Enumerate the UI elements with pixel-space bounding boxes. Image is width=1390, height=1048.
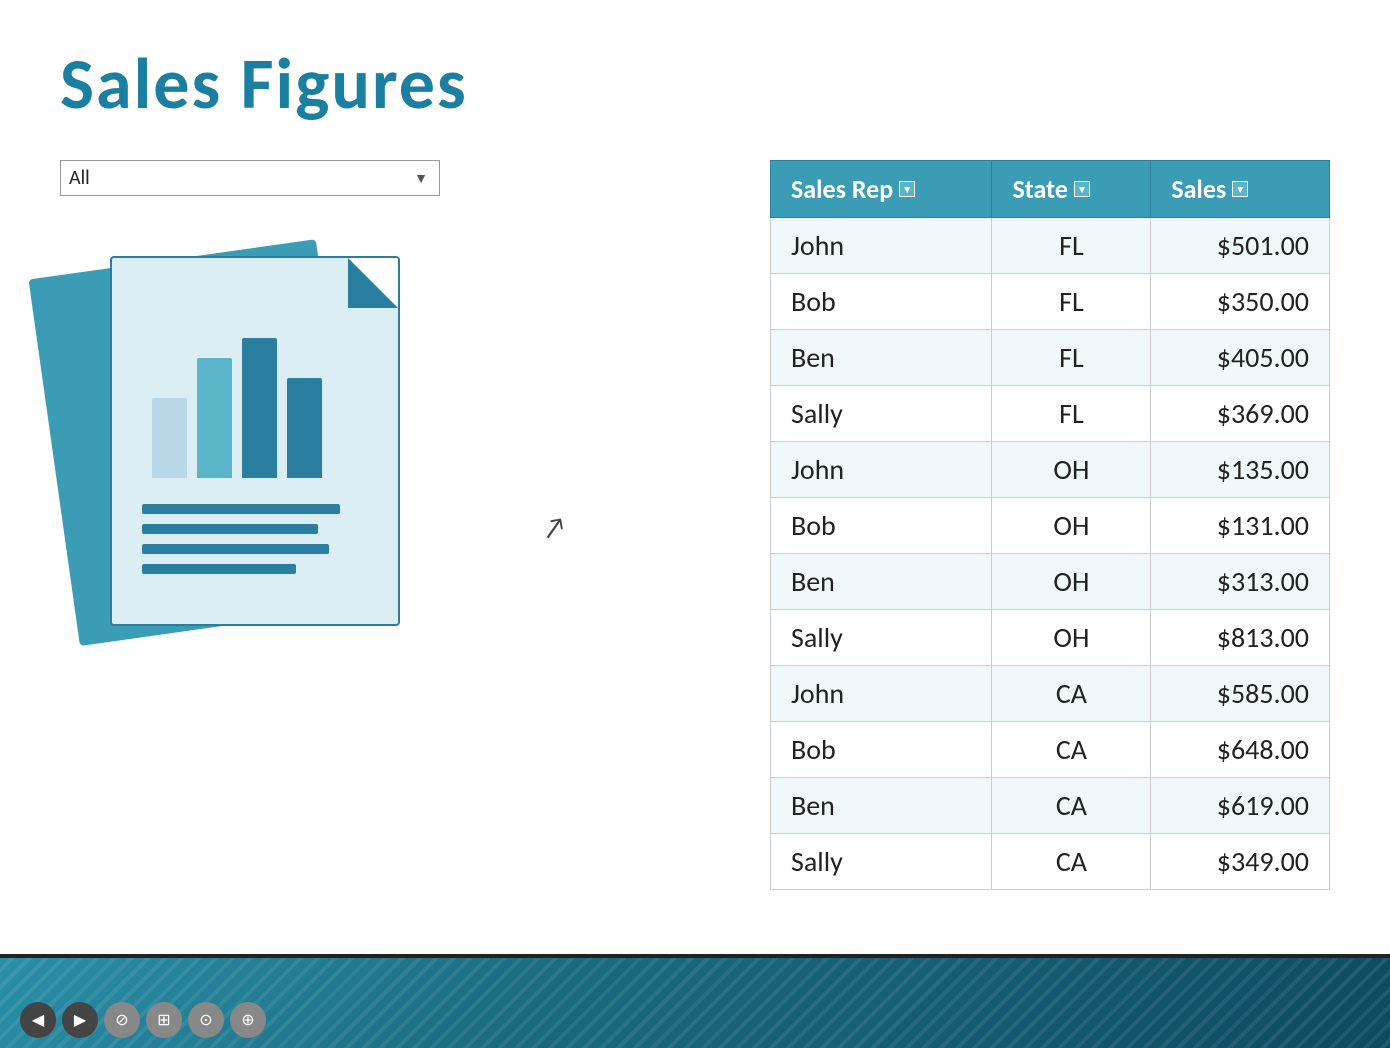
cell-sales: $405.00 <box>1151 330 1330 386</box>
cell-state: FL <box>992 274 1151 330</box>
col-header-state[interactable]: State ▼ <box>992 161 1151 218</box>
chart-bar-4 <box>287 378 322 478</box>
doc-line-1 <box>142 504 340 514</box>
bottom-bar: ◀ ▶ ⊘ ⊞ ⊙ ⊕ <box>0 958 1390 1048</box>
cell-sales: $585.00 <box>1151 666 1330 722</box>
table-row: JohnOH$135.00 <box>771 442 1330 498</box>
cell-name: John <box>771 666 992 722</box>
cell-state: CA <box>992 834 1151 890</box>
col-header-sales-rep[interactable]: Sales Rep ▼ <box>771 161 992 218</box>
table-row: BenOH$313.00 <box>771 554 1330 610</box>
cell-state: FL <box>992 218 1151 274</box>
table-row: BobCA$648.00 <box>771 722 1330 778</box>
table-row: BobFL$350.00 <box>771 274 1330 330</box>
bottom-area: ◀ ▶ ⊘ ⊞ ⊙ ⊕ <box>0 938 1390 1048</box>
doc-chart <box>152 318 352 478</box>
cell-name: Ben <box>771 330 992 386</box>
toolbar: ◀ ▶ ⊘ ⊞ ⊙ ⊕ <box>20 1000 266 1040</box>
report-illustration <box>60 226 440 646</box>
cell-sales: $135.00 <box>1151 442 1330 498</box>
cell-sales: $648.00 <box>1151 722 1330 778</box>
table-row: SallyCA$349.00 <box>771 834 1330 890</box>
toolbar-btn-cancel[interactable]: ⊘ <box>104 1002 140 1038</box>
cell-name: John <box>771 218 992 274</box>
cell-name: Ben <box>771 778 992 834</box>
chart-bar-3 <box>242 338 277 478</box>
table-row: BenFL$405.00 <box>771 330 1330 386</box>
cell-state: OH <box>992 442 1151 498</box>
table-row: SallyFL$369.00 <box>771 386 1330 442</box>
doc-main-layer <box>110 256 400 626</box>
cell-state: CA <box>992 666 1151 722</box>
cell-sales: $313.00 <box>1151 554 1330 610</box>
table-header-row: Sales Rep ▼ State ▼ Sales ▼ <box>771 161 1330 218</box>
toolbar-btn-next[interactable]: ▶ <box>62 1002 98 1038</box>
doc-line-2 <box>142 524 318 534</box>
table-row: BenCA$619.00 <box>771 778 1330 834</box>
cell-sales: $501.00 <box>1151 218 1330 274</box>
filter-arrow-state[interactable]: ▼ <box>1074 181 1090 197</box>
cell-name: Ben <box>771 554 992 610</box>
cell-sales: $369.00 <box>1151 386 1330 442</box>
dropdown-arrow-icon: ▼ <box>411 168 431 188</box>
table-row: JohnFL$501.00 <box>771 218 1330 274</box>
doc-lines <box>142 504 362 584</box>
doc-line-3 <box>142 544 329 554</box>
cell-name: Sally <box>771 834 992 890</box>
filter-arrow-sales-rep[interactable]: ▼ <box>899 181 915 197</box>
cell-name: Bob <box>771 722 992 778</box>
cell-sales: $350.00 <box>1151 274 1330 330</box>
cursor-icon: ↗ <box>539 508 569 547</box>
right-panel: Sales Rep ▼ State ▼ Sales ▼ <box>770 160 1330 890</box>
filter-arrow-sales[interactable]: ▼ <box>1232 181 1248 197</box>
cell-state: CA <box>992 778 1151 834</box>
cell-name: Sally <box>771 610 992 666</box>
sales-table: Sales Rep ▼ State ▼ Sales ▼ <box>770 160 1330 890</box>
cell-sales: $131.00 <box>1151 498 1330 554</box>
cell-state: OH <box>992 498 1151 554</box>
cell-name: Sally <box>771 386 992 442</box>
toolbar-btn-search[interactable]: ⊙ <box>188 1002 224 1038</box>
table-row: JohnCA$585.00 <box>771 666 1330 722</box>
toolbar-btn-prev[interactable]: ◀ <box>20 1002 56 1038</box>
filter-dropdown[interactable]: All ▼ <box>60 160 440 196</box>
dropdown-value: All <box>69 166 411 190</box>
cell-name: John <box>771 442 992 498</box>
col-header-sales[interactable]: Sales ▼ <box>1151 161 1330 218</box>
table-row: SallyOH$813.00 <box>771 610 1330 666</box>
cell-state: FL <box>992 386 1151 442</box>
cell-sales: $813.00 <box>1151 610 1330 666</box>
toolbar-btn-add[interactable]: ⊕ <box>230 1002 266 1038</box>
left-panel: All ▼ <box>60 160 480 646</box>
cell-sales: $619.00 <box>1151 778 1330 834</box>
chart-bar-2 <box>197 358 232 478</box>
cell-name: Bob <box>771 274 992 330</box>
chart-bar-1 <box>152 398 187 478</box>
doc-line-4 <box>142 564 296 574</box>
cell-state: OH <box>992 610 1151 666</box>
cell-sales: $349.00 <box>1151 834 1330 890</box>
table-row: BobOH$131.00 <box>771 498 1330 554</box>
cell-state: CA <box>992 722 1151 778</box>
page-title: Sales Figures <box>60 40 1330 128</box>
cell-state: OH <box>992 554 1151 610</box>
toolbar-btn-copy[interactable]: ⊞ <box>146 1002 182 1038</box>
cell-state: FL <box>992 330 1151 386</box>
cell-name: Bob <box>771 498 992 554</box>
